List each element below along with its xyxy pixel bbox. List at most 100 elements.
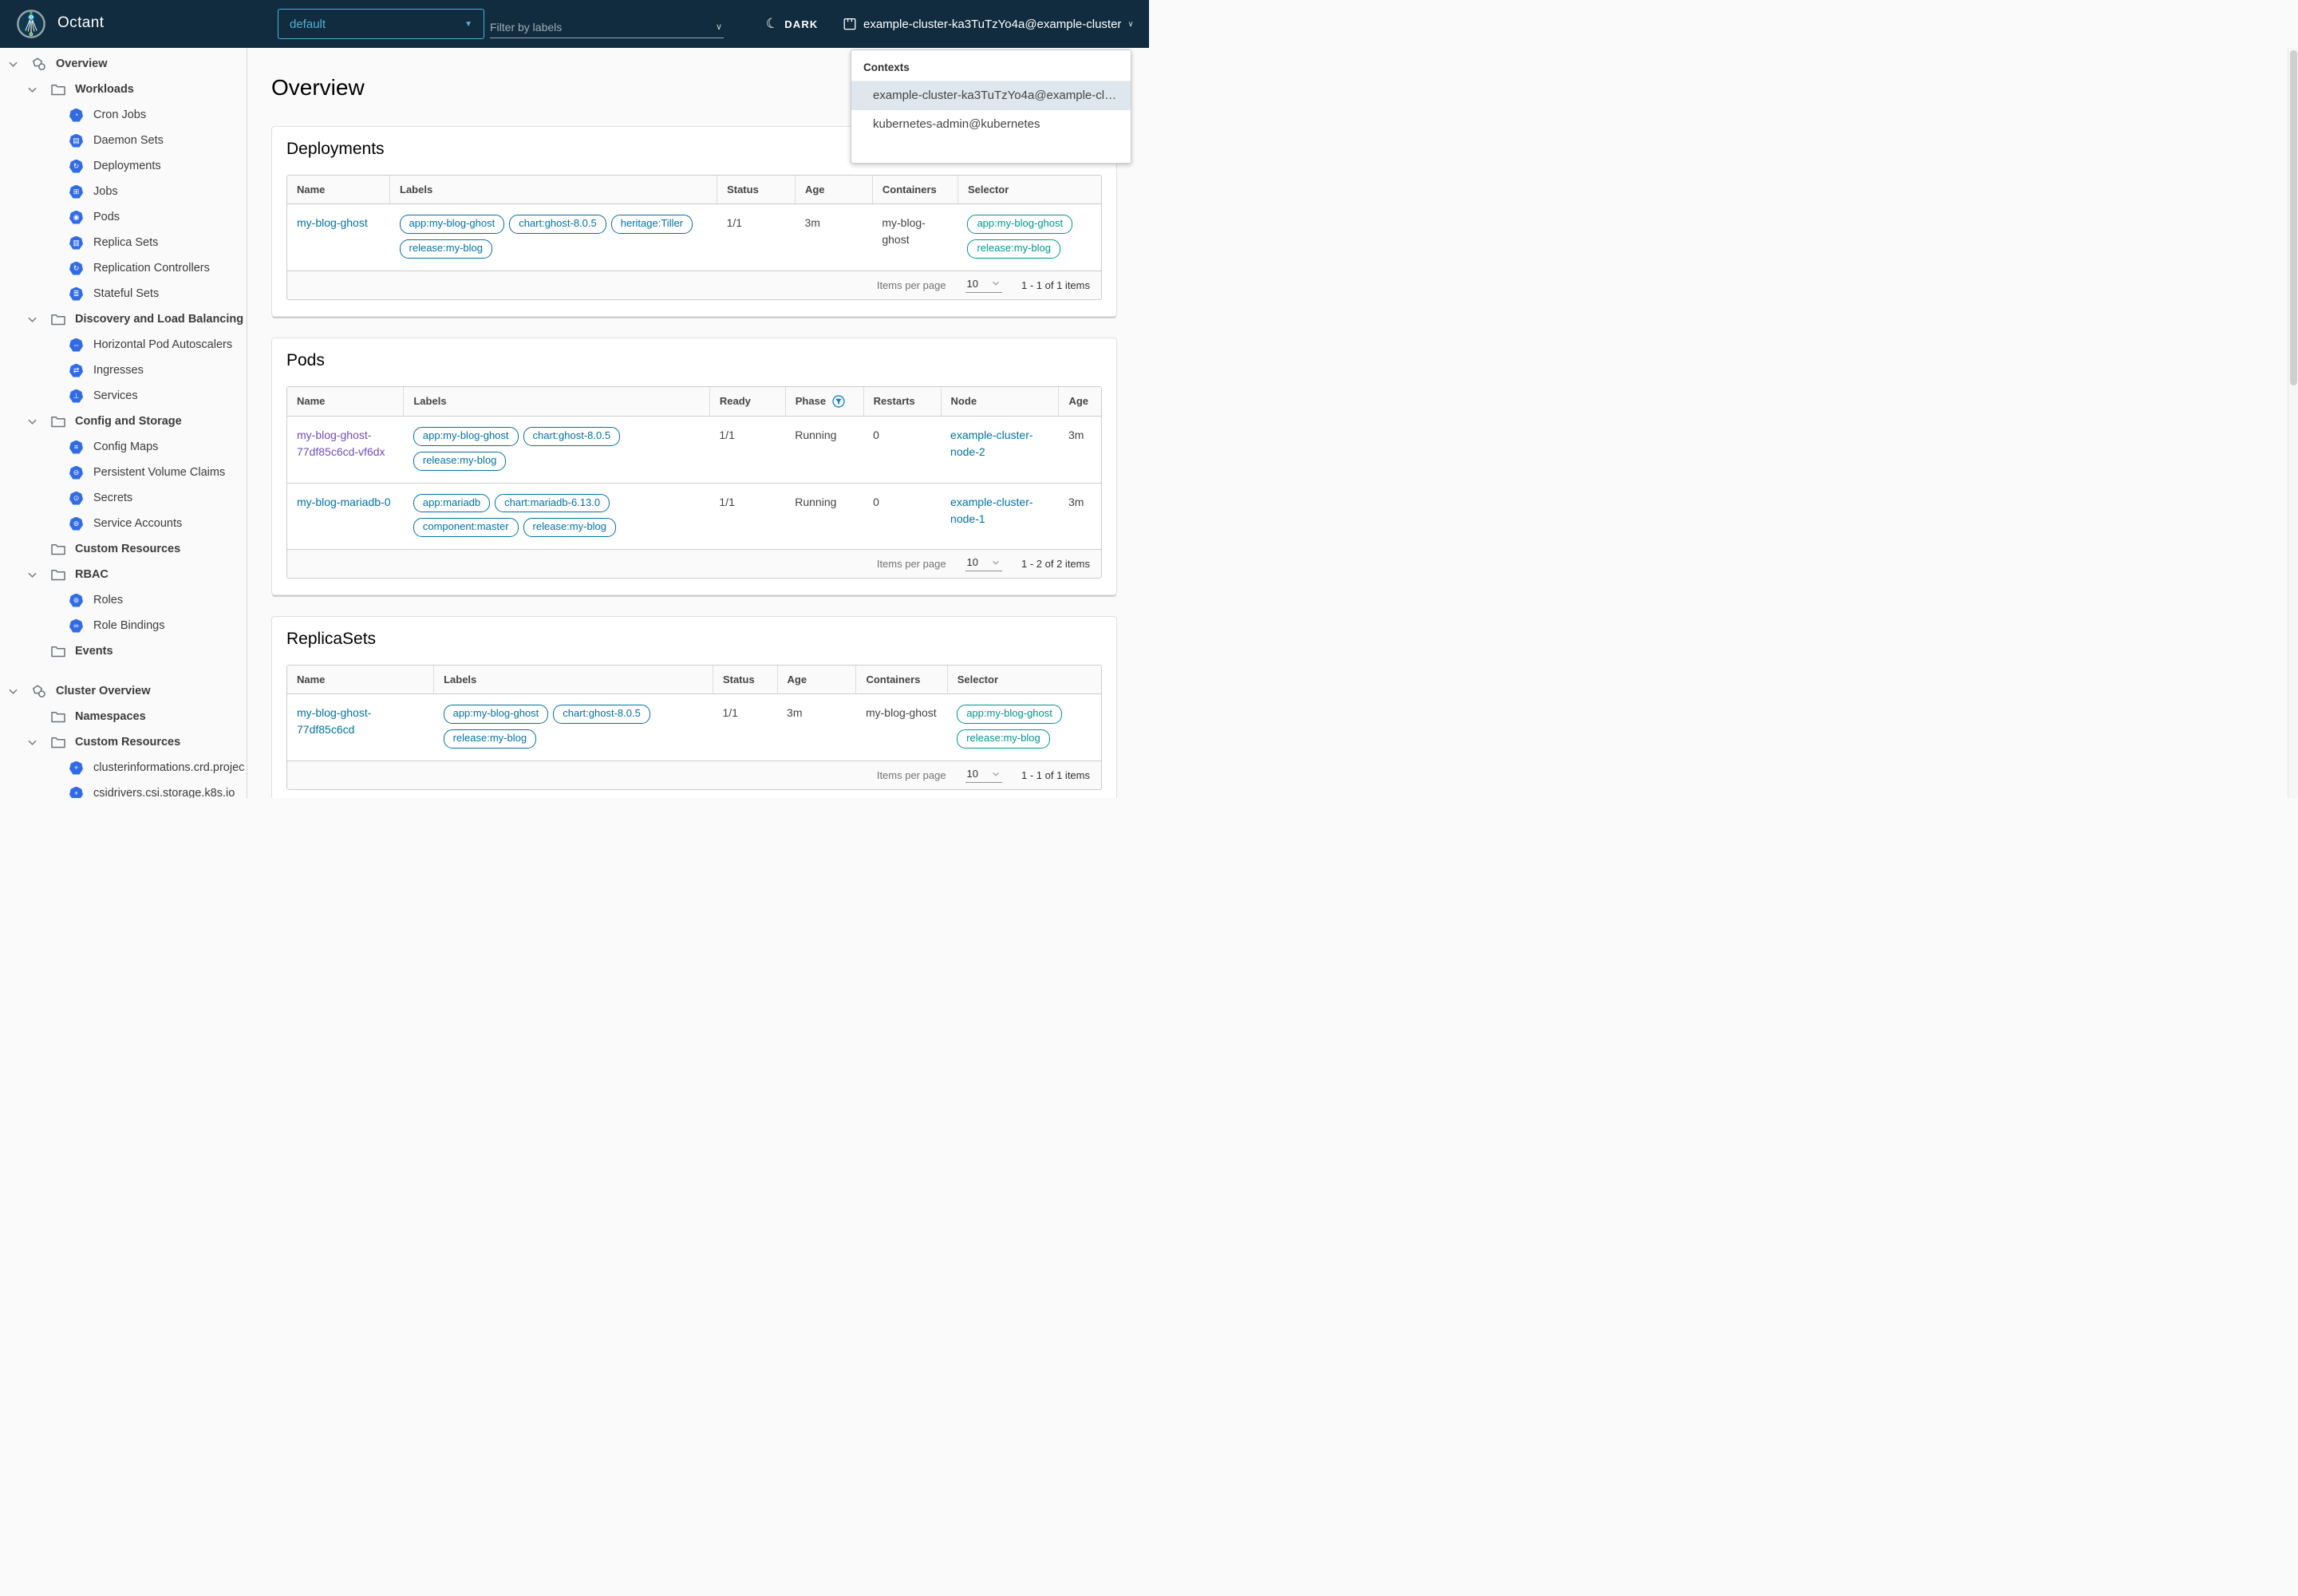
sidebar-item-custom-resources[interactable]: Custom Resources [0, 536, 247, 562]
label-pill[interactable]: app:mariadb [413, 494, 490, 513]
label-pill[interactable]: app:my-blog-ghost [400, 215, 505, 234]
sidebar-item-services[interactable]: ⊥Services [0, 383, 247, 409]
sidebar-item-persistent-volume-claims[interactable]: ⊖Persistent Volume Claims [0, 460, 247, 485]
sidebar-item-config-maps[interactable]: ≡Config Maps [0, 434, 247, 460]
label-pill[interactable]: heritage:Tiller [611, 215, 693, 234]
selector-pill[interactable]: release:my-blog [957, 729, 1050, 749]
scrollbar-thumb[interactable] [2290, 50, 2297, 385]
cell-containers: my-blog-ghost [872, 204, 958, 271]
sidebar-item-deployments[interactable]: ↻Deployments [0, 153, 247, 179]
sidebar-item-cron-jobs[interactable]: ◔Cron Jobs [0, 102, 247, 128]
page-size-select[interactable]: 10 [965, 278, 1002, 293]
theme-toggle-button[interactable]: ☾ DARK [766, 0, 818, 48]
column-header-labels[interactable]: Labels [390, 176, 717, 204]
resource-link[interactable]: my-blog-ghost-77df85c6cd [297, 706, 371, 736]
filter-funnel-icon[interactable] [832, 395, 845, 408]
sidebar-item-service-accounts[interactable]: ⊚Service Accounts [0, 511, 247, 536]
page-size-select[interactable]: 10 [965, 768, 1002, 783]
chevron-down-icon[interactable] [27, 417, 38, 427]
sidebar-item-roles[interactable]: ⊚Roles [0, 587, 247, 613]
column-header-label: Containers [866, 674, 920, 685]
sidebar-item-csidrivers-csi-storage-k8s-io[interactable]: +csidrivers.csi.storage.k8s.io [0, 780, 247, 798]
column-header-name[interactable]: Name [287, 176, 390, 204]
chevron-down-icon[interactable] [27, 314, 38, 325]
column-header-selector[interactable]: Selector [947, 666, 1101, 694]
sidebar-item-replication-controllers[interactable]: ↻Replication Controllers [0, 255, 247, 281]
chevron-down-icon [991, 279, 1001, 288]
sidebar-item-overview[interactable]: Overview [0, 51, 247, 77]
column-header-selector[interactable]: Selector [958, 176, 1101, 204]
resource-link[interactable]: my-blog-ghost-77df85c6cd-vf6dx [297, 429, 385, 458]
pagination: Items per page101 - 2 of 2 items [298, 556, 1090, 571]
namespace-select[interactable]: default ▼ [278, 9, 484, 39]
label-pill[interactable]: app:my-blog-ghost [444, 705, 549, 724]
label-pill[interactable]: release:my-blog [400, 239, 493, 259]
sidebar-item-daemon-sets[interactable]: ▤Daemon Sets [0, 128, 247, 153]
chevron-down-icon[interactable] [27, 737, 38, 748]
sidebar-item-rbac[interactable]: RBAC [0, 562, 247, 587]
sidebar-item-secrets[interactable]: ⊙Secrets [0, 485, 247, 511]
column-header-name[interactable]: Name [287, 666, 434, 694]
sidebar-item-workloads[interactable]: Workloads [0, 77, 247, 102]
selector-pill[interactable]: app:my-blog-ghost [967, 215, 1072, 234]
context-option-kubernetes-admin-kubernetes[interactable]: kubernetes-admin@kubernetes [851, 110, 1131, 139]
sidebar-item-ingresses[interactable]: ⇄Ingresses [0, 358, 247, 383]
sidebar-item-namespaces[interactable]: Namespaces [0, 704, 247, 729]
sidebar-item-discovery-and-load-balancing[interactable]: Discovery and Load Balancing [0, 306, 247, 332]
k8s-resource-icon: ∞ [69, 619, 84, 633]
cell-status: 1/1 [713, 694, 777, 761]
column-header-ready[interactable]: Ready [709, 387, 785, 417]
column-header-labels[interactable]: Labels [404, 387, 710, 417]
column-header-age[interactable]: Age [777, 666, 856, 694]
column-header-containers[interactable]: Containers [872, 176, 958, 204]
sidebar-item-clusterinformations-crd-projec[interactable]: +clusterinformations.crd.projec [0, 755, 247, 780]
page-size-select[interactable]: 10 [965, 556, 1002, 571]
column-header-containers[interactable]: Containers [856, 666, 947, 694]
sidebar-item-events[interactable]: Events [0, 638, 247, 664]
label-pill[interactable]: release:my-blog [523, 518, 617, 537]
chevron-down-icon[interactable]: ∨ [716, 22, 724, 32]
node-link[interactable]: example-cluster-node-2 [950, 429, 1033, 458]
sidebar-item-role-bindings[interactable]: ∞Role Bindings [0, 613, 247, 638]
column-header-node[interactable]: Node [941, 387, 1059, 417]
column-header-labels[interactable]: Labels [434, 666, 713, 694]
chevron-down-icon[interactable] [8, 686, 18, 697]
selector-pill[interactable]: release:my-blog [967, 239, 1060, 259]
sidebar-item-custom-resources[interactable]: Custom Resources [0, 729, 247, 755]
chevron-down-icon[interactable] [8, 59, 18, 69]
column-header-phase[interactable]: Phase [785, 387, 863, 417]
sidebar-item-replica-sets[interactable]: ▥Replica Sets [0, 230, 247, 255]
column-header-age[interactable]: Age [1059, 387, 1101, 417]
sidebar-item-config-and-storage[interactable]: Config and Storage [0, 409, 247, 434]
column-header-age[interactable]: Age [795, 176, 872, 204]
sidebar-item-label: Cluster Overview [56, 685, 150, 697]
sidebar-item-jobs[interactable]: ⊞Jobs [0, 179, 247, 204]
sidebar-item-stateful-sets[interactable]: ≣Stateful Sets [0, 281, 247, 306]
chevron-down-icon[interactable] [27, 85, 38, 95]
label-pill[interactable]: component:master [413, 518, 519, 537]
label-pill[interactable]: app:my-blog-ghost [413, 427, 519, 446]
label-pill[interactable]: chart:ghost-8.0.5 [509, 215, 606, 234]
node-link[interactable]: example-cluster-node-1 [950, 496, 1033, 525]
selector-pill[interactable]: app:my-blog-ghost [957, 705, 1062, 724]
context-option-example-cluster-ka3tutzyo4a-example-clu[interactable]: example-cluster-ka3TuTzYo4a@example-clu.… [851, 81, 1131, 110]
column-header-status[interactable]: Status [713, 666, 777, 694]
chevron-down-icon[interactable] [27, 570, 38, 580]
resource-link[interactable]: my-blog-mariadb-0 [297, 496, 390, 508]
sidebar-item-pods[interactable]: ◉Pods [0, 204, 247, 230]
sidebar-item-horizontal-pod-autoscalers[interactable]: ⇔Horizontal Pod Autoscalers [0, 332, 247, 358]
label-pill[interactable]: release:my-blog [413, 452, 507, 471]
sidebar-item-cluster-overview[interactable]: Cluster Overview [0, 678, 247, 704]
main-scrollbar[interactable] [2288, 48, 2298, 798]
label-pill[interactable]: chart:ghost-8.0.5 [553, 705, 650, 724]
label-pill[interactable]: release:my-blog [444, 729, 537, 749]
column-header-restarts[interactable]: Restarts [863, 387, 941, 417]
label-filter-input[interactable] [490, 21, 716, 34]
label-pill[interactable]: chart:ghost-8.0.5 [523, 427, 621, 446]
table-footer-row: Items per page101 - 2 of 2 items [287, 550, 1101, 579]
column-header-status[interactable]: Status [717, 176, 796, 204]
column-header-name[interactable]: Name [287, 387, 404, 417]
label-pill[interactable]: chart:mariadb-6.13.0 [495, 494, 610, 513]
context-menu-button[interactable]: example-cluster-ka3TuTzYo4a@example-clus… [843, 0, 1134, 48]
resource-link[interactable]: my-blog-ghost [297, 216, 368, 229]
